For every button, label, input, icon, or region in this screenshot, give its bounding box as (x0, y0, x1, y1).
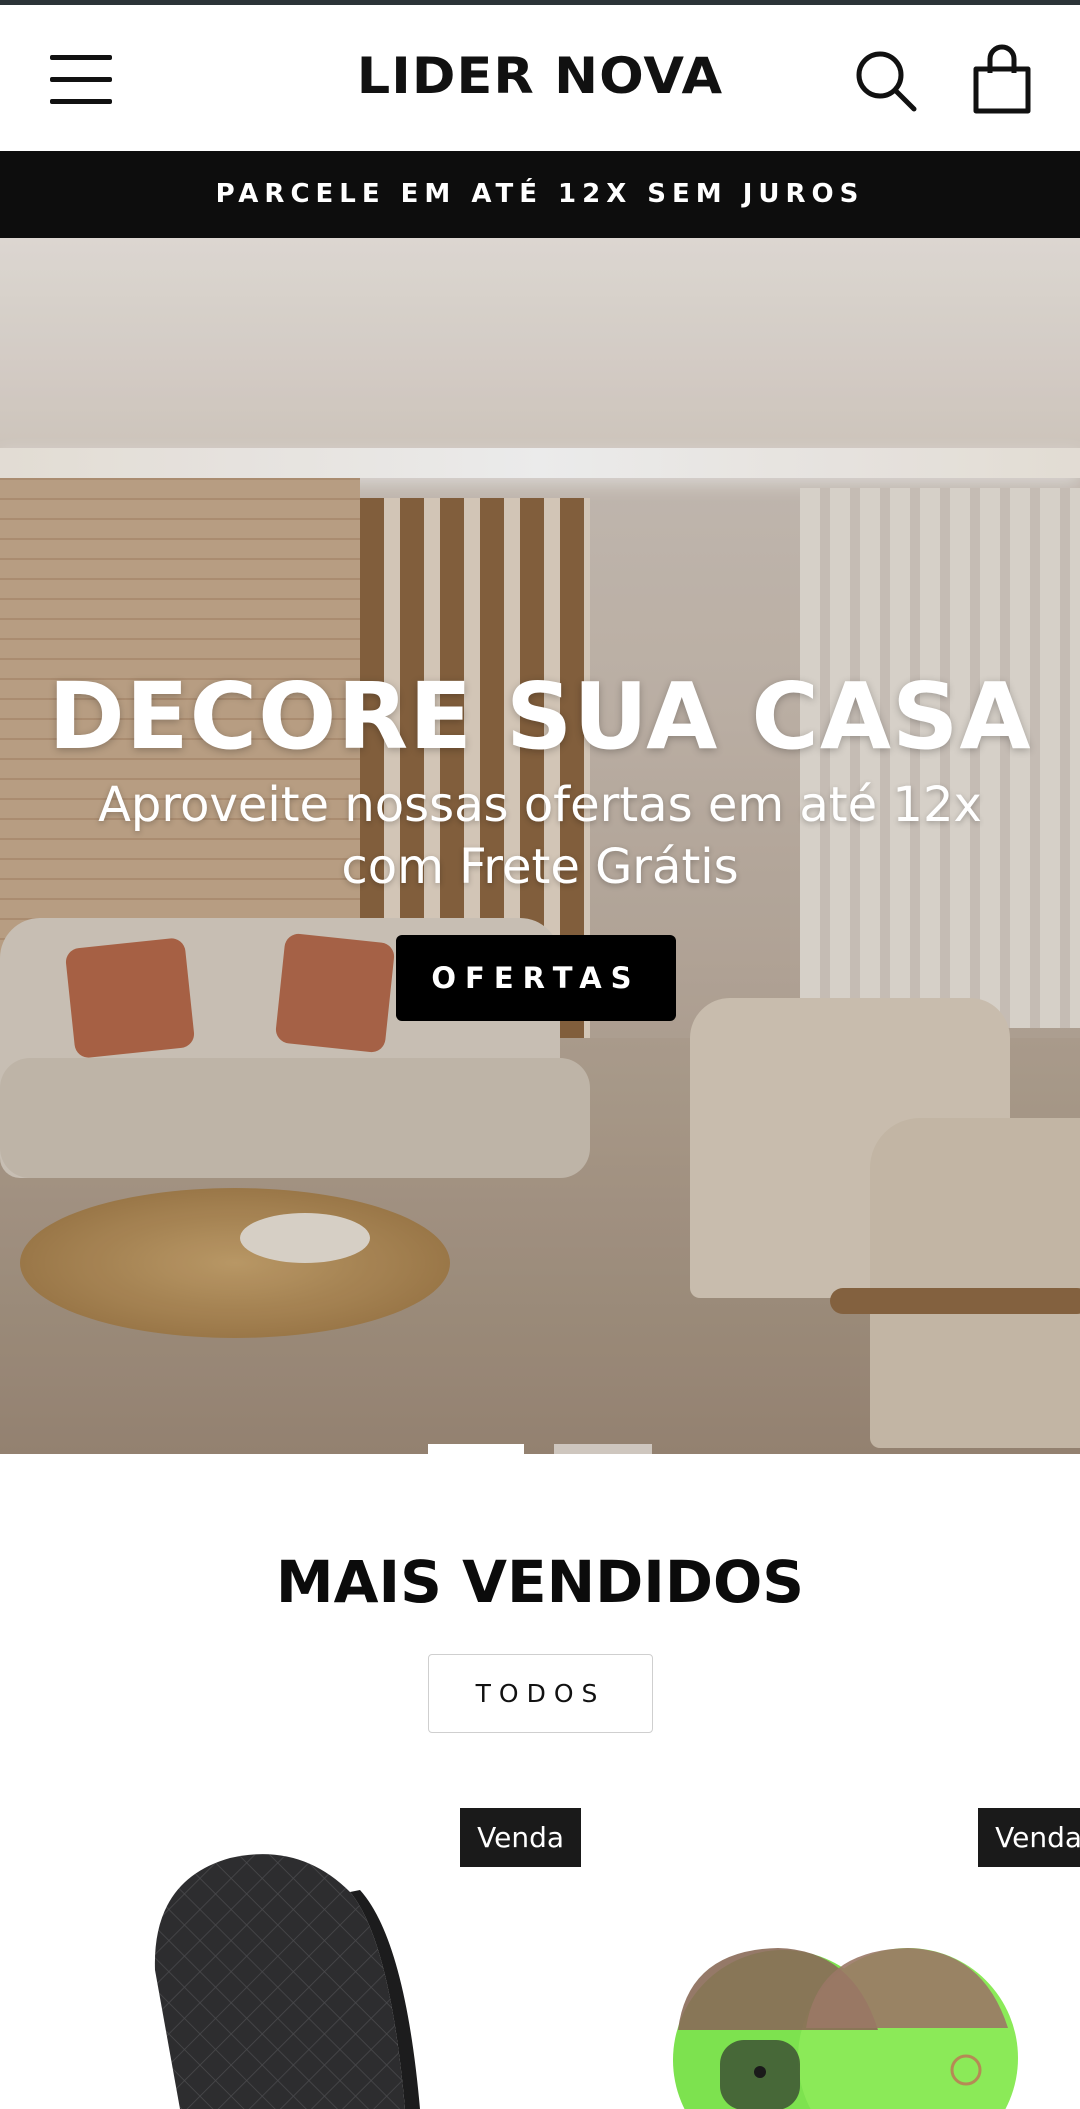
section-title: MAIS VENDIDOS (275, 1548, 805, 1616)
announcement-bar: PARCELE EM ATÉ 12X SEM JUROS (0, 151, 1080, 238)
view-all-button[interactable]: TODOS (428, 1654, 653, 1733)
sale-badge: Venda (460, 1808, 581, 1867)
hero-subtitle: Aproveite nossas ofertas em até 12x com … (98, 777, 982, 895)
hero-title: DECORE SUA CASA (48, 663, 1032, 770)
site-header: LIDER NOVA (0, 5, 1080, 151)
slide-indicator-1[interactable] (428, 1444, 524, 1454)
slide-indicator-2[interactable] (554, 1444, 652, 1454)
search-icon[interactable] (854, 49, 918, 113)
store-logo[interactable]: LIDER NOVA (330, 47, 750, 107)
shopping-bag-icon[interactable] (970, 43, 1034, 115)
product-card[interactable]: Venda (578, 1800, 1080, 2109)
sale-badge: Venda (978, 1808, 1080, 1867)
product-card[interactable]: Venda (60, 1800, 581, 2109)
ofertas-button[interactable]: OFERTAS (396, 935, 676, 1021)
product-image-neck-pillow (154, 1854, 420, 2109)
product-image-green-gadget (673, 1948, 1018, 2109)
hero-banner[interactable]: DECORE SUA CASA Aproveite nossas ofertas… (0, 238, 1080, 1454)
hamburger-menu-icon[interactable] (50, 55, 112, 105)
